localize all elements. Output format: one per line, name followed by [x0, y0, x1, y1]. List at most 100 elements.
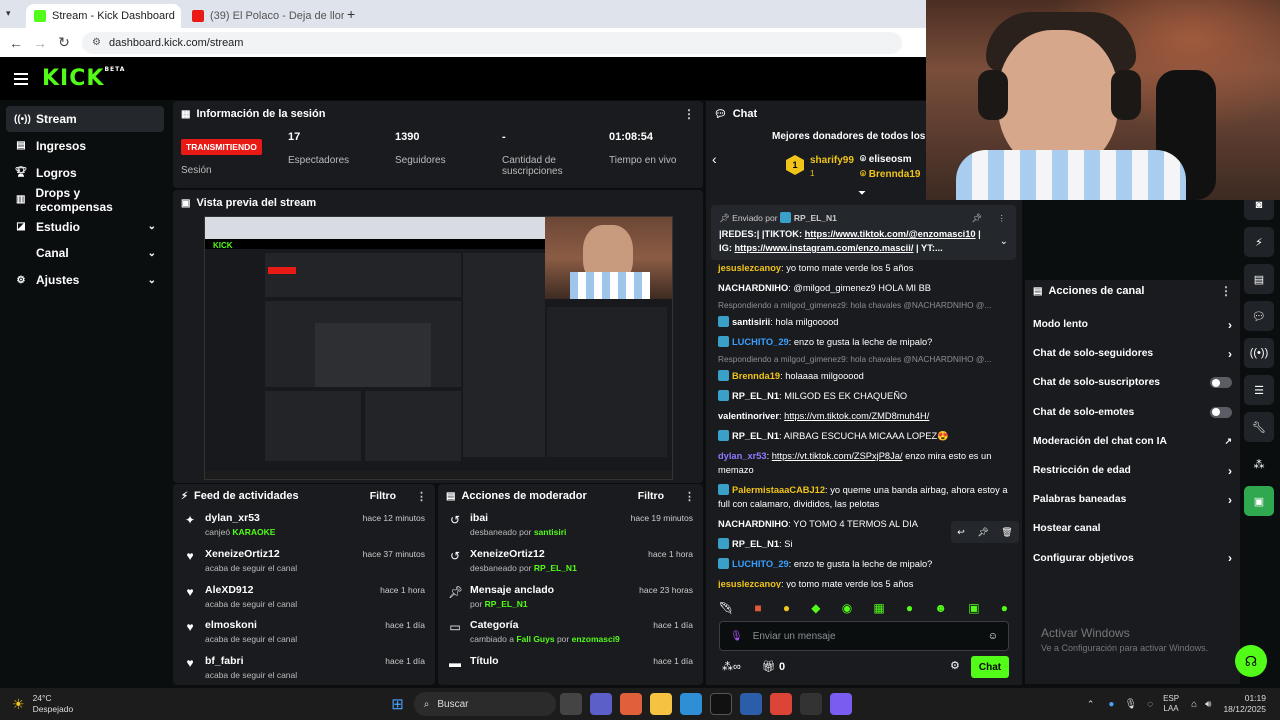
channel-action-item[interactable]: Restricción de edad ›: [1025, 456, 1240, 485]
chat-message[interactable]: Brennda19: holaaaa milgooood: [706, 366, 1022, 386]
back-arrow-icon[interactable]: ←: [4, 35, 28, 51]
taskbar-search[interactable]: ⌕ Buscar: [413, 692, 556, 716]
connections-icon[interactable]: ⁂: [1244, 449, 1274, 479]
tab-youtube[interactable]: (39) El Polaco - Deja de llorar - ✕: [184, 4, 344, 28]
emote-icon[interactable]: ●: [1001, 601, 1008, 617]
channel-action-item[interactable]: Chat de solo-seguidores ›: [1025, 339, 1240, 368]
chat-username[interactable]: NACHARDNIHO: [718, 283, 788, 293]
chat-username[interactable]: LUCHITO_29: [732, 559, 789, 569]
chat-message[interactable]: jesuslezcanoy: yo tomo mate verde los 5 …: [706, 258, 1022, 278]
chat-link[interactable]: https://vt.tiktok.com/ZSPxjP8Ja/: [772, 451, 903, 461]
chat-message[interactable]: RP_EL_N1: MILGOD ES EK CHAQUEÑO: [706, 386, 1022, 406]
clock[interactable]: 01:19 18/12/2025: [1223, 693, 1266, 715]
chat-message[interactable]: santisirii: hola milgooood: [706, 312, 1022, 332]
tray-app-icon[interactable]: ◌: [1147, 699, 1153, 710]
chat-username[interactable]: jesuslezcanoy: [718, 579, 781, 588]
send-chat-button[interactable]: Chat: [971, 656, 1009, 678]
chat-username[interactable]: LUCHITO_29: [732, 337, 789, 347]
channel-action-item[interactable]: Palabras baneadas ›: [1025, 485, 1240, 514]
list-icon[interactable]: ☰: [1244, 375, 1274, 405]
volume-icon[interactable]: 🔊︎: [1205, 699, 1211, 710]
chat-username[interactable]: PalermistaaaCABJ12: [732, 485, 825, 495]
clipboard-icon[interactable]: ▤: [1244, 264, 1274, 294]
chat-settings-icon[interactable]: ⚙: [950, 659, 960, 672]
sidebar-item-ajustes[interactable]: ⚙ Ajustes ⌄: [6, 267, 164, 293]
emoji-icon[interactable]: ☺: [988, 631, 998, 642]
sidebar-item-canal[interactable]: Canal ⌄: [6, 240, 164, 266]
unpin-icon[interactable]: 📌︎: [971, 211, 982, 225]
chat-input[interactable]: 🎙︎ Enviar un mensaje ☺: [719, 621, 1009, 651]
discord-icon[interactable]: [829, 693, 852, 715]
edge-icon[interactable]: [679, 693, 702, 715]
filter-button[interactable]: Filtro: [370, 490, 396, 502]
weather-icon[interactable]: ☀: [12, 696, 25, 713]
channel-action-item[interactable]: Hostear canal: [1025, 514, 1240, 543]
emote-icon[interactable]: 🪶︎: [718, 601, 733, 617]
sidebar-item-logros[interactable]: 🏆︎ Logros: [6, 160, 164, 186]
chat-username[interactable]: RP_EL_N1: [732, 431, 779, 441]
chat-username[interactable]: santisirii: [732, 317, 770, 327]
channel-action-item[interactable]: Modo lento ›: [1025, 310, 1240, 339]
app-icon[interactable]: ▣: [1244, 486, 1274, 516]
chat-username[interactable]: jesuslezcanoy: [718, 263, 781, 273]
windows-start-icon[interactable]: ⊞: [391, 695, 404, 713]
pinned-message[interactable]: 📌︎ Enviado por RP_EL_N1 📌︎ ⋮ |REDES:| |TIK…: [711, 205, 1016, 260]
donor-name[interactable]: ⌾ eliseosm: [860, 154, 912, 165]
task-view-icon[interactable]: [559, 693, 582, 715]
app-icon[interactable]: [739, 693, 762, 715]
tab-kick-dashboard[interactable]: Stream - Kick Dashboard ✕: [26, 4, 181, 28]
bolt-icon[interactable]: ⚡︎: [1244, 227, 1274, 257]
chat-message[interactable]: PalermistaaaCABJ12: yo queme una banda a…: [706, 480, 1022, 514]
trash-icon[interactable]: 🗑︎: [1001, 527, 1012, 538]
more-options-icon[interactable]: ⋮: [683, 107, 695, 121]
chevron-down-icon[interactable]: ⌄: [1000, 235, 1008, 249]
language-indicator[interactable]: ESP LAA: [1163, 694, 1179, 714]
obs-icon[interactable]: [799, 693, 822, 715]
chat-username[interactable]: dylan_xr53: [718, 451, 767, 461]
tray-chevron-icon[interactable]: ⌃: [1087, 699, 1095, 710]
toggle-switch[interactable]: [1210, 377, 1232, 389]
emote-icon[interactable]: ●: [783, 601, 790, 617]
teams-icon[interactable]: [589, 693, 612, 715]
site-info-icon[interactable]: ⚙: [92, 37, 101, 48]
emote-icon[interactable]: ■: [754, 601, 761, 617]
emote-icon[interactable]: ▦: [873, 601, 884, 617]
stream-preview-video[interactable]: KICK: [204, 216, 673, 480]
tiktok-icon[interactable]: [709, 693, 732, 715]
chat-message[interactable]: NACHARDNIHO: @milgod_gimenez9 HOLA MI BB: [706, 278, 1022, 298]
microphone-tray-icon[interactable]: 🎙︎: [1124, 699, 1137, 710]
expand-donors-icon[interactable]: ⏷: [858, 188, 866, 199]
sidebar-item-ingresos[interactable]: ▤ Ingresos: [6, 133, 164, 159]
chat-message[interactable]: LUCHITO_29: enzo te gusta la leche de mi…: [706, 332, 1022, 352]
kick-logo[interactable]: KICKBETA: [42, 66, 125, 91]
chat-username[interactable]: Brennda19: [732, 371, 780, 381]
forward-arrow-icon[interactable]: →: [28, 35, 52, 51]
chevron-left-icon[interactable]: ‹: [712, 151, 717, 167]
emote-icon[interactable]: ●: [906, 601, 913, 617]
sidebar-item-drops[interactable]: ▥ Drops y recompensas: [6, 186, 164, 214]
channel-action-item[interactable]: Moderación del chat con IA ↗: [1025, 427, 1240, 456]
wrench-icon[interactable]: 🔧︎: [1244, 412, 1274, 442]
more-options-icon[interactable]: ⋮: [684, 490, 695, 503]
tray-app-icon[interactable]: ●: [1108, 699, 1114, 710]
chat-link[interactable]: https://vm.tiktok.com/ZMD8muh4H/: [784, 411, 929, 421]
chat-message[interactable]: jesuslezcanoy: yo tomo mate verde los 5 …: [706, 574, 1022, 588]
channel-action-item[interactable]: Chat de solo-suscriptores: [1025, 368, 1240, 397]
reload-icon[interactable]: ↻: [52, 34, 76, 51]
chat-username[interactable]: RP_EL_N1: [732, 391, 779, 401]
filter-button[interactable]: Filtro: [638, 490, 664, 502]
chat-message[interactable]: LUCHITO_29: enzo te gusta la leche de mi…: [706, 554, 1022, 574]
copilot-icon[interactable]: [619, 693, 642, 715]
chat-message[interactable]: RP_EL_N1: AIRBAG ESCUCHA MICAAA LOPEZ😍: [706, 426, 1022, 446]
file-explorer-icon[interactable]: [649, 693, 672, 715]
points-icon[interactable]: ⁂∞: [722, 661, 741, 673]
pinned-link[interactable]: https://www.instagram.com/enzo.mascii/: [735, 243, 914, 253]
emote-icon[interactable]: ▣: [968, 601, 979, 617]
url-field[interactable]: ⚙ dashboard.kick.com/stream: [82, 31, 902, 54]
emote-icon[interactable]: ◆: [811, 601, 820, 617]
chat-username[interactable]: NACHARDNIHO: [718, 519, 788, 529]
new-tab-button[interactable]: +: [347, 6, 355, 22]
toggle-switch[interactable]: [1210, 406, 1232, 418]
more-options-icon[interactable]: ⋮: [998, 211, 1007, 225]
weather-widget[interactable]: 24°C Despejado: [33, 693, 74, 715]
